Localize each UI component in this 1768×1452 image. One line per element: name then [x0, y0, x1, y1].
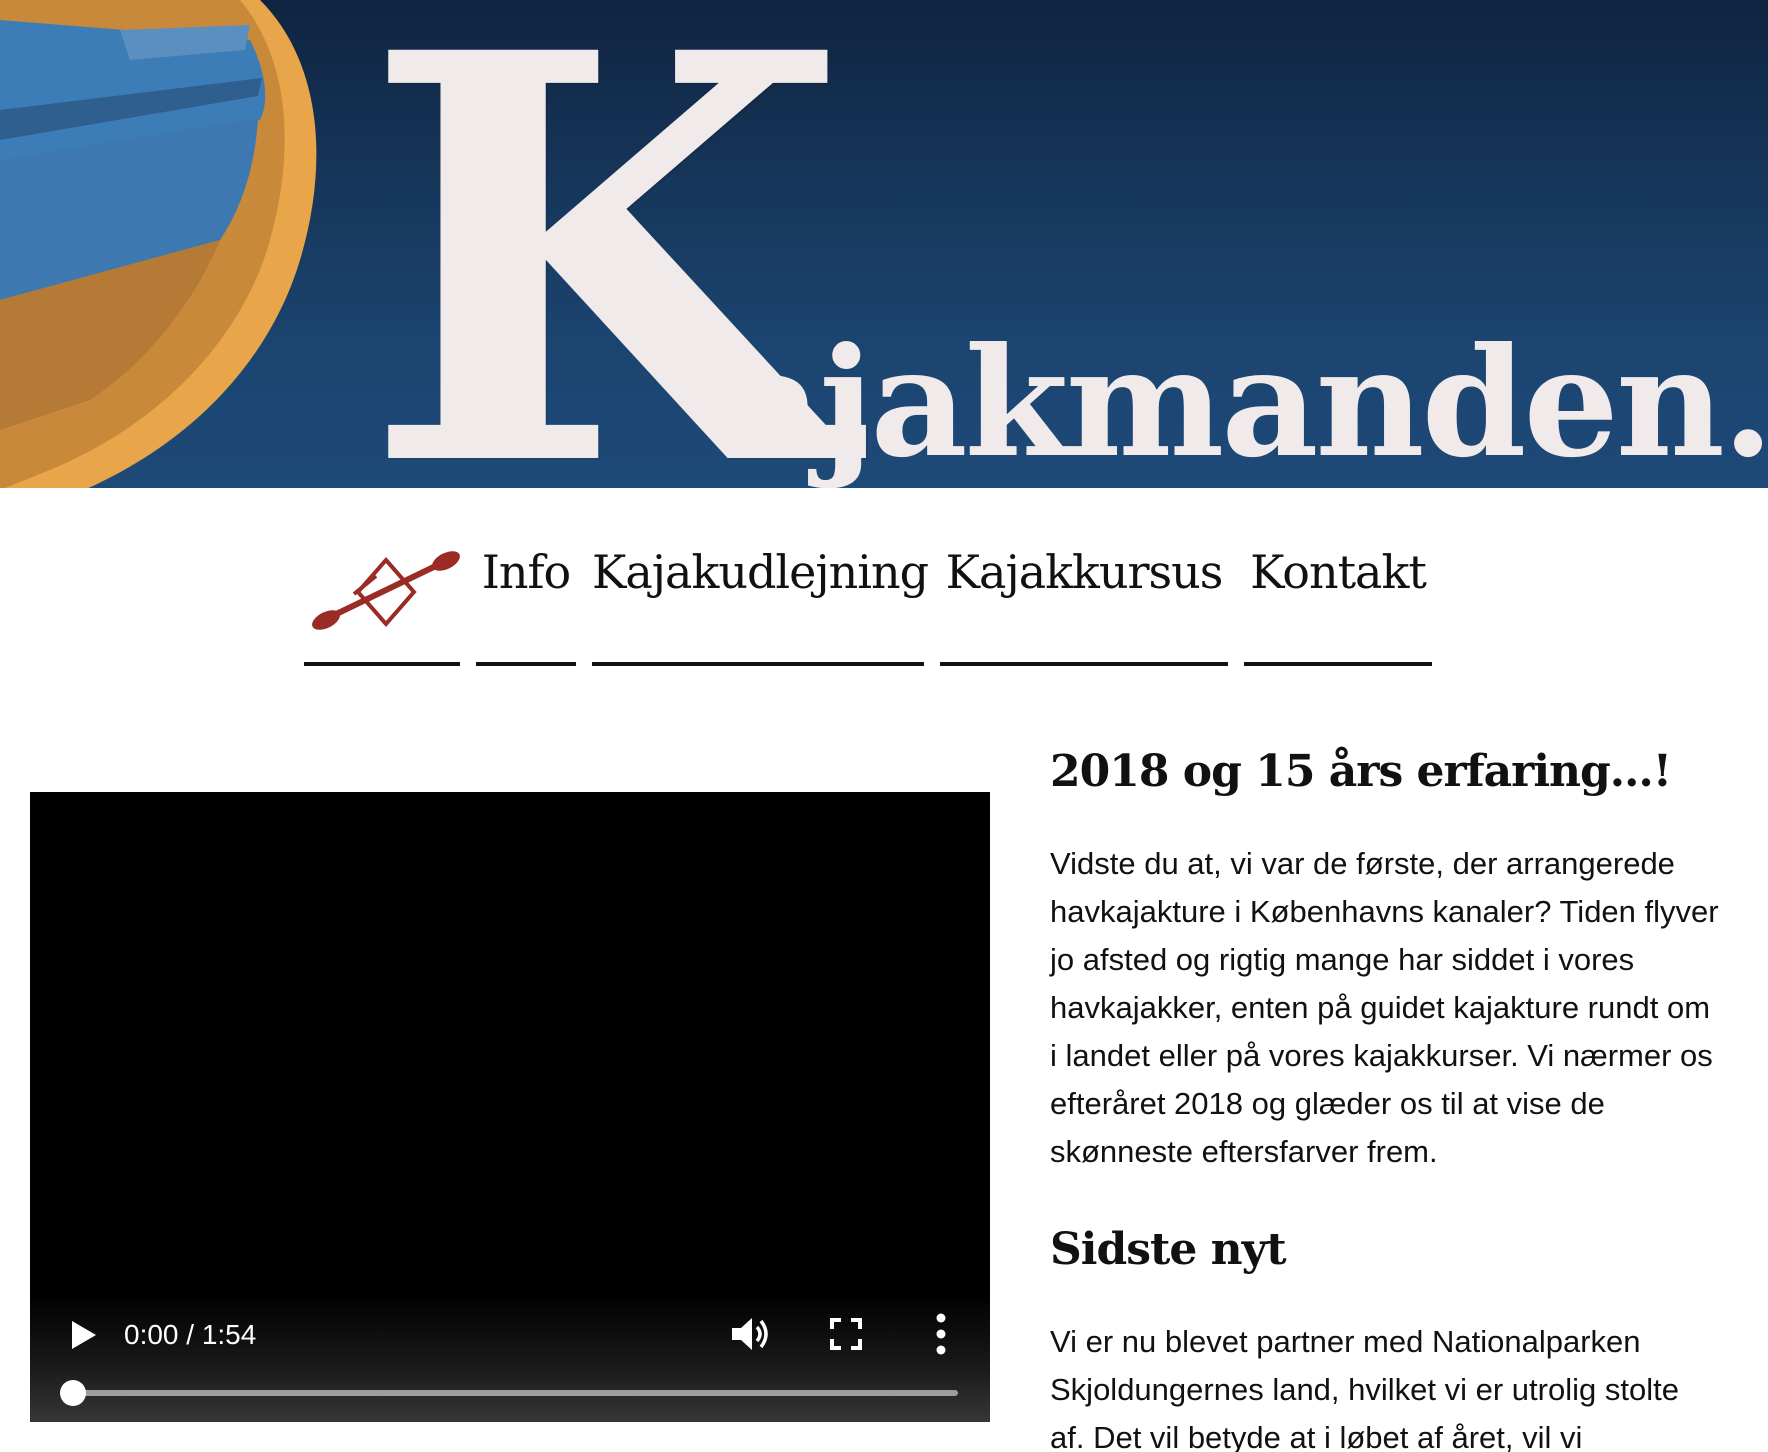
video-controls: 0:00 / 1:54 [30, 1292, 990, 1422]
kayak-paddle-icon [312, 551, 460, 630]
video-time: 0:00 / 1:54 [124, 1319, 257, 1350]
nav-underline [1244, 662, 1432, 666]
banner-edge [0, 488, 1768, 518]
page: K ajakmanden.dk Info Kajakudlejning Kaja… [0, 0, 1768, 1452]
nav-label: Kajakkursus [945, 545, 1224, 599]
nav-underline [476, 662, 576, 666]
fullscreen-icon[interactable] [830, 1318, 862, 1350]
header-banner: K ajakmanden.dk [0, 0, 1768, 490]
section-paragraph-experience: Vidste du at, vi var de første, der arra… [1050, 846, 1719, 1169]
nav-item-info[interactable]: Info [476, 530, 576, 666]
nav-label: Kontakt [1250, 545, 1427, 599]
nav-label: Info [481, 545, 572, 599]
nav-item-kontakt[interactable]: Kontakt [1244, 530, 1432, 666]
video-progress-thumb[interactable] [60, 1380, 86, 1406]
section-paragraph-news: Vi er nu blevet partner med Nationalpark… [1050, 1324, 1679, 1452]
logo-text: ajakmanden.dk [725, 315, 1768, 490]
play-icon[interactable] [66, 1318, 100, 1352]
video-player[interactable]: 0:00 / 1:54 [30, 792, 990, 1422]
nav-item-kajakudlejning[interactable]: Kajakudlejning [592, 530, 929, 666]
more-options-icon[interactable] [934, 1312, 948, 1356]
nav-underline [304, 662, 460, 666]
nav-underline [940, 662, 1228, 666]
boat-image [0, 0, 317, 490]
section-heading-experience: 2018 og 15 års erfaring…! [1050, 746, 1672, 797]
volume-icon[interactable] [730, 1314, 774, 1354]
nav-item-kajakkursus[interactable]: Kajakkursus [940, 530, 1228, 666]
nav-underline [592, 662, 924, 666]
video-progress-bar[interactable] [74, 1390, 958, 1396]
nav-label: Kajakudlejning [592, 545, 929, 599]
section-heading-news: Sidste nyt [1050, 1224, 1287, 1275]
home-link[interactable] [304, 530, 460, 666]
